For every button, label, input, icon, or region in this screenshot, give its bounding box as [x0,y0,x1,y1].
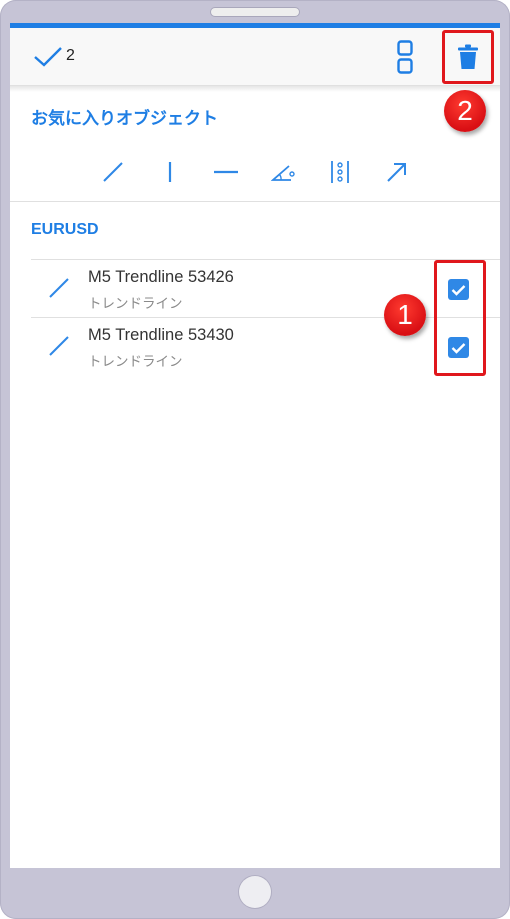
selection-toolbar: 2 [10,28,500,86]
phone-frame: 2 お気に入りオブジェクト EURUSD M5 Trendline 53426 … [0,0,510,919]
trendline-icon[interactable] [101,160,125,184]
object-name: M5 Trendline 53430 [88,326,234,344]
vertical-line-icon[interactable] [158,160,182,184]
checkbox-highlight [434,260,486,376]
object-name: M5 Trendline 53426 [88,268,234,286]
callout-badge-2: 2 [444,90,486,132]
symbol-header: EURUSD [31,221,99,238]
selected-count: 2 [66,47,75,64]
object-row[interactable]: M5 Trendline 53430 トレンドライン [31,317,500,375]
phone-speaker [211,8,299,16]
favorite-tools-row [10,153,500,193]
favorites-title: お気に入りオブジェクト [31,109,218,129]
trend-angle-icon[interactable] [271,160,295,184]
app-screen: 2 お気に入りオブジェクト EURUSD M5 Trendline 53426 … [10,23,500,868]
home-button[interactable] [239,876,271,908]
layout-toggle-icon[interactable] [397,40,413,74]
horizontal-line-icon[interactable] [214,160,238,184]
section-divider [10,201,500,202]
trendline-icon [49,336,69,356]
checkmark-icon[interactable] [33,46,63,68]
delete-highlight [442,30,494,84]
fibonacci-icon[interactable] [328,160,352,184]
trendline-icon [49,278,69,298]
object-type: トレンドライン [88,354,183,370]
callout-badge-1: 1 [384,294,426,336]
object-row[interactable]: M5 Trendline 53426 トレンドライン [31,259,500,317]
arrow-icon[interactable] [385,160,409,184]
object-type: トレンドライン [88,296,183,312]
